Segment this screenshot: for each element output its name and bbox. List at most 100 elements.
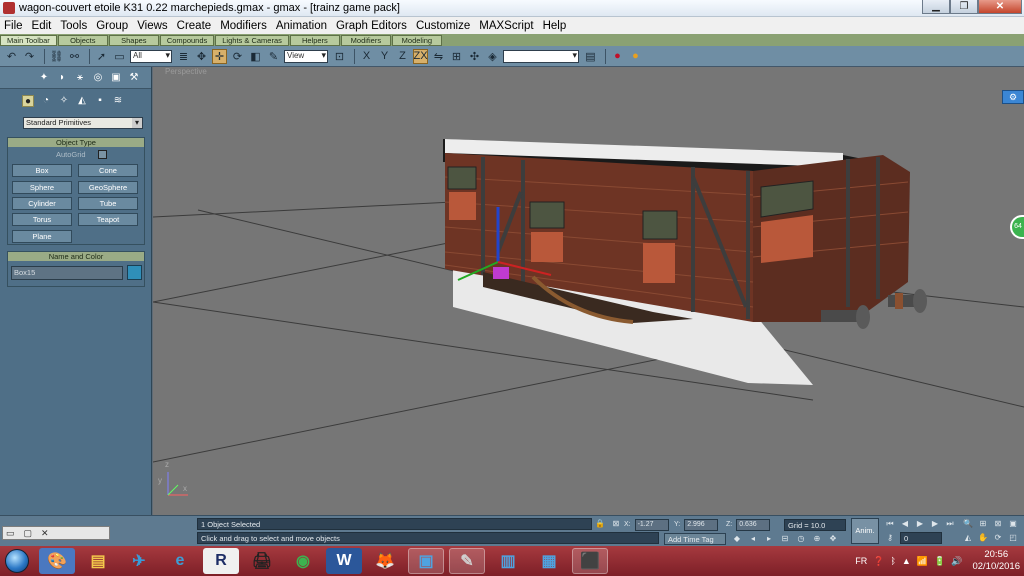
- lights-icon[interactable]: ✧: [58, 95, 70, 107]
- ie-icon[interactable]: e: [162, 548, 198, 574]
- add-time-tag-button[interactable]: Add Time Tag: [664, 533, 726, 545]
- restore-button[interactable]: ❐: [950, 0, 978, 14]
- menu-create[interactable]: Create: [177, 20, 212, 32]
- manipulate-icon[interactable]: ✎: [266, 49, 281, 64]
- redo-icon[interactable]: ↷: [22, 49, 37, 64]
- utilities-tab-icon[interactable]: ⚒: [128, 72, 140, 84]
- menu-views[interactable]: Views: [137, 20, 167, 32]
- viewport-label[interactable]: Perspective: [165, 67, 207, 76]
- geometry-icon[interactable]: ●: [22, 95, 34, 107]
- axis-y-button[interactable]: Y: [377, 49, 392, 64]
- absolute-mode-icon[interactable]: ⊠: [611, 519, 621, 529]
- word-icon[interactable]: W: [326, 548, 362, 574]
- folder-icon[interactable]: 🎨: [39, 548, 75, 574]
- bluetooth-icon[interactable]: ᛒ: [890, 556, 895, 566]
- align-icon[interactable]: ⊞: [449, 49, 464, 64]
- fov-icon[interactable]: ◭: [963, 533, 973, 543]
- cameras-icon[interactable]: ◭: [76, 95, 88, 107]
- tab-modeling[interactable]: Modeling: [391, 35, 442, 46]
- tab-objects[interactable]: Objects: [57, 35, 108, 46]
- spacewarps-icon[interactable]: ≋: [112, 95, 124, 107]
- mini-restore-icon[interactable]: ▭: [6, 528, 15, 539]
- teapot-button[interactable]: Teapot: [78, 213, 138, 226]
- region-zoom-icon[interactable]: ▣: [1008, 519, 1018, 529]
- close-button[interactable]: ✕: [978, 0, 1022, 14]
- zoom-extents-icon[interactable]: ⊞: [978, 519, 988, 529]
- menu-animation[interactable]: Animation: [276, 20, 327, 32]
- motion-tab-icon[interactable]: ◎: [92, 72, 104, 84]
- zoom-viewport-icon[interactable]: 🔍: [963, 519, 973, 529]
- sphere-button[interactable]: Sphere: [12, 181, 72, 194]
- bird-icon[interactable]: ✈: [121, 548, 157, 574]
- helpers-icon[interactable]: ▪: [94, 95, 106, 107]
- cylinder-button[interactable]: Cylinder: [12, 197, 72, 210]
- photo-viewer-icon[interactable]: ▣: [408, 548, 444, 574]
- help-icon[interactable]: ❓: [873, 556, 884, 567]
- axis-z-button[interactable]: Z: [395, 49, 410, 64]
- lock-icon[interactable]: 🔒: [595, 519, 605, 529]
- axis-x-button[interactable]: X: [359, 49, 374, 64]
- volume-icon[interactable]: 🔊: [951, 556, 962, 567]
- tab-compounds[interactable]: Compounds: [159, 35, 215, 46]
- link-icon[interactable]: ⛓: [49, 49, 64, 64]
- next-frame-icon[interactable]: ▶: [930, 519, 940, 529]
- select-move-active-icon[interactable]: ✛: [212, 48, 227, 64]
- arc-rotate-icon[interactable]: ⟳: [993, 533, 1003, 543]
- maximize-viewport-icon[interactable]: ◰: [1008, 533, 1018, 543]
- select-move-icon[interactable]: ✥: [194, 49, 209, 64]
- cone-button[interactable]: Cone: [78, 164, 138, 177]
- menu-maxscript[interactable]: MAXScript: [479, 20, 533, 32]
- firefox-icon[interactable]: 🦊: [367, 548, 403, 574]
- menu-group[interactable]: Group: [96, 20, 128, 32]
- power-icon[interactable]: 🔋: [934, 556, 945, 567]
- named-sets-icon[interactable]: ▤: [583, 49, 598, 64]
- gmax-app-icon[interactable]: [3, 2, 15, 14]
- network-icon[interactable]: 📶: [917, 556, 928, 567]
- select-object-icon[interactable]: ➚: [94, 49, 109, 64]
- minimized-window[interactable]: ▭ ▢ ✕: [2, 526, 110, 540]
- perspective-viewport[interactable]: Perspective y z x ⚙ 64: [153, 67, 1024, 515]
- key-mode-icon[interactable]: ◆: [732, 534, 742, 544]
- start-button[interactable]: [0, 546, 34, 576]
- scanner-icon[interactable]: 🖨: [244, 548, 280, 574]
- torus-button[interactable]: Torus: [12, 213, 72, 226]
- anim-button[interactable]: Anim.: [851, 518, 879, 544]
- selection-filter-dropdown[interactable]: All: [130, 49, 172, 63]
- primitive-category-dropdown[interactable]: Standard Primitives: [23, 117, 143, 129]
- pan-icon[interactable]: ✥: [828, 534, 838, 544]
- named-selection-dropdown[interactable]: [503, 49, 579, 63]
- file-explorer-icon[interactable]: ▤: [80, 548, 116, 574]
- key-filter-icon[interactable]: ⊟: [780, 534, 790, 544]
- tray-expand-icon[interactable]: ▲: [902, 556, 911, 566]
- angle-snap-icon[interactable]: ◈: [485, 49, 500, 64]
- undo-icon[interactable]: ↶: [4, 49, 19, 64]
- menu-help[interactable]: Help: [543, 20, 567, 32]
- mini-maximize-icon[interactable]: ▢: [24, 528, 33, 539]
- tube-button[interactable]: Tube: [78, 197, 138, 210]
- goto-start-icon[interactable]: ⏮: [885, 519, 895, 529]
- z-value-field[interactable]: 0.636: [736, 519, 771, 531]
- zoom-icon[interactable]: ⊕: [812, 534, 822, 544]
- menu-graph-editors[interactable]: Graph Editors: [336, 20, 407, 32]
- r-icon[interactable]: R: [203, 548, 239, 574]
- frame-field[interactable]: 0: [900, 532, 942, 544]
- time-config-icon[interactable]: ◷: [796, 534, 806, 544]
- viewport-nav-icon[interactable]: ⚙: [1002, 90, 1024, 104]
- zoom-all-icon[interactable]: ⊠: [993, 519, 1003, 529]
- mirror-icon[interactable]: ⇋: [431, 49, 446, 64]
- object-type-title[interactable]: Object Type: [8, 138, 144, 147]
- grid-app-icon[interactable]: ▥: [490, 548, 526, 574]
- goto-end-icon[interactable]: ⏭: [945, 519, 955, 529]
- language-indicator[interactable]: FR: [855, 556, 867, 566]
- y-value-field[interactable]: 2.996: [684, 519, 719, 531]
- create-tab-icon[interactable]: ✦: [38, 72, 50, 84]
- prev-frame-icon[interactable]: ◀: [900, 519, 910, 529]
- select-scale-icon[interactable]: ◧: [248, 49, 263, 64]
- x-value-field[interactable]: -1.27: [634, 519, 669, 531]
- menu-customize[interactable]: Customize: [416, 20, 470, 32]
- menu-tools[interactable]: Tools: [60, 20, 87, 32]
- tab-shapes[interactable]: Shapes: [108, 35, 159, 46]
- mini-close-icon[interactable]: ✕: [41, 528, 49, 539]
- unlink-icon[interactable]: ⚯: [67, 49, 82, 64]
- tab-helpers[interactable]: Helpers: [289, 35, 340, 46]
